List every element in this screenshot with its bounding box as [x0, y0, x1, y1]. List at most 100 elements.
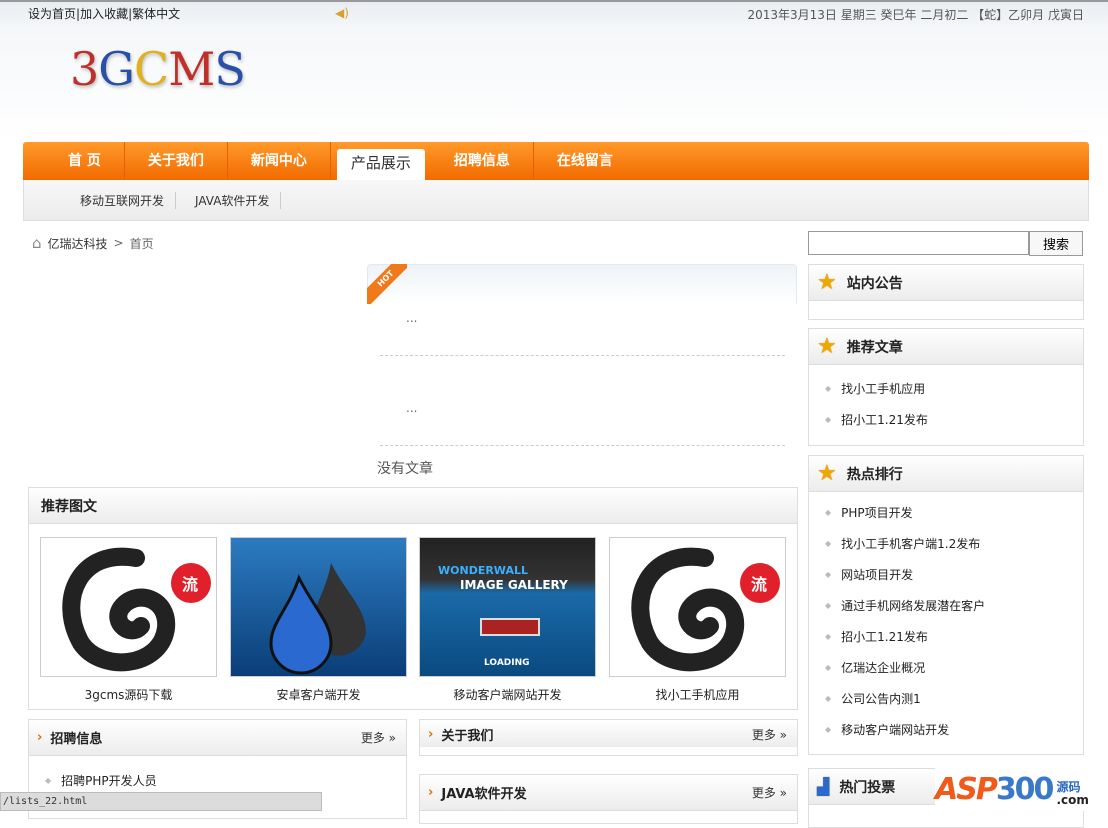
more-link[interactable]: 更多 » — [361, 729, 396, 746]
watermark-suffix: 源码 .com — [1056, 780, 1089, 807]
image-text: IMAGE GALLERY — [460, 578, 568, 592]
nav-news[interactable]: 新闻中心 — [228, 142, 331, 180]
box-title: JAVA软件开发 — [441, 787, 527, 802]
set-homepage-link[interactable]: 设为首页 — [28, 7, 76, 21]
water-drops-image — [269, 563, 366, 675]
picture-mobile-site[interactable]: WONDERWALL IMAGE GALLERY LOADING — [419, 537, 596, 677]
logo-letter: M — [168, 42, 215, 96]
hot-row[interactable]: ... — [380, 356, 785, 446]
chevron-right-icon: › — [37, 730, 43, 745]
hot-ranking-box: ★ 热点排行 ◆ PHP项目开发 ◆ 找小工手机客户端1.2发布 ◆ 网站项目开发 ◆ 通过手机… — [808, 455, 1084, 755]
list-item[interactable]: ◆ 招小工1.21发布 — [809, 404, 1083, 435]
sub-nav: 移动互联网开发 JAVA软件开发 — [23, 180, 1089, 221]
recommended-pictures: 推荐图文 流 WONDERWALL IMAGE GALLERY LOADING … — [28, 487, 798, 710]
nav-products[interactable]: 产品展示 — [336, 149, 425, 180]
list-item-text: 找小工手机应用 — [841, 382, 926, 396]
watermark-text: ASP — [935, 772, 998, 807]
list-item-text: 亿瑞达企业概况 — [841, 661, 926, 675]
more-link[interactable]: 更多 » — [752, 784, 787, 801]
list-item-text: 招聘PHP开发人员 — [61, 774, 157, 788]
list-item[interactable]: ◆ 招小工1.21发布 — [809, 621, 1083, 652]
traditional-chinese-link[interactable]: 繁体中文 — [132, 7, 180, 21]
list-item[interactable]: ◆ 公司公告内测1 — [809, 683, 1083, 714]
picture-caption[interactable]: 找小工手机应用 — [609, 686, 786, 703]
image-text: WONDERWALL — [438, 564, 528, 577]
star-icon: ★ — [817, 334, 837, 359]
picture-3gcms[interactable]: 流 — [40, 537, 217, 677]
breadcrumb-company[interactable]: 亿瑞达科技 — [48, 235, 108, 252]
speaker-icon[interactable]: ◀) — [335, 6, 349, 20]
list-item-text: PHP项目开发 — [841, 506, 913, 520]
home-icon: ⌂ — [32, 234, 42, 252]
picture-android[interactable] — [230, 537, 407, 677]
bullet-icon: ◆ — [825, 601, 832, 610]
picture-caption[interactable]: 安卓客户端开发 — [230, 686, 407, 703]
search-input[interactable] — [808, 231, 1029, 255]
list-item[interactable]: ◆ 网站项目开发 — [809, 559, 1083, 590]
chevron-right-icon: › — [428, 726, 434, 742]
list-item[interactable]: ◆ PHP项目开发 — [809, 497, 1083, 528]
list-item-text: 找小工手机客户端1.2发布 — [841, 537, 981, 551]
badge-text: 流 — [751, 575, 768, 594]
image-text: LOADING — [484, 658, 530, 668]
bullet-icon: ◆ — [825, 663, 832, 672]
nav-about[interactable]: 关于我们 — [125, 142, 228, 180]
chart-icon: ▟ — [817, 777, 830, 796]
list-item[interactable]: ◆ 招聘PHP开发人员 — [29, 756, 406, 789]
site-logo[interactable]: 3GCMS — [70, 42, 246, 96]
date-text: 2013年3月13日 星期三 癸巳年 二月初二 【蛇】乙卯月 戊寅日 — [747, 8, 1084, 22]
status-bar: /lists_22.html — [0, 792, 322, 811]
bullet-icon: ◆ — [825, 539, 832, 548]
nav-jobs[interactable]: 招聘信息 — [431, 142, 534, 180]
search-button[interactable]: 搜索 — [1029, 231, 1083, 256]
watermark-text: 300 — [995, 772, 1055, 807]
top-links: 设为首页|加入收藏|繁体中文 — [28, 5, 180, 22]
picture-caption[interactable]: 3gcms源码下载 — [40, 686, 217, 703]
subnav-java[interactable]: JAVA软件开发 — [184, 191, 282, 209]
add-favorite-link[interactable]: 加入收藏 — [80, 7, 128, 21]
list-item[interactable]: ◆ 移动客户端网站开发 — [809, 714, 1083, 745]
swirl-logo-image — [62, 547, 211, 672]
main-nav: 首 页 关于我们 新闻中心 产品展示 招聘信息 在线留言 — [23, 142, 1089, 180]
java-box: › JAVA软件开发 更多 » — [419, 774, 798, 824]
bullet-icon: ◆ — [825, 570, 832, 579]
bullet-icon: ◆ — [825, 725, 832, 734]
picture-xiaogong[interactable]: 流 — [609, 537, 786, 677]
swirl-logo-image — [631, 547, 780, 672]
list-item-text: 移动客户端网站开发 — [841, 723, 950, 737]
nav-message[interactable]: 在线留言 — [534, 142, 636, 180]
star-icon: ★ — [817, 461, 837, 486]
list-item-text: 通过手机网络发展潜在客户 — [841, 599, 986, 613]
section-title: 推荐图文 — [29, 488, 797, 524]
notice-box: ★ 站内公告 — [808, 264, 1084, 320]
bullet-icon: ◆ — [825, 415, 832, 424]
bullet-icon: ◆ — [45, 776, 52, 785]
breadcrumb-home[interactable]: 首页 — [130, 235, 154, 252]
hot-row-text: ... — [406, 401, 418, 415]
about-box: › 关于我们 更多 » — [419, 719, 798, 756]
bullet-icon: ◆ — [825, 384, 832, 393]
list-item[interactable]: ◆ 通过手机网络发展潜在客户 — [809, 590, 1083, 621]
bullet-icon: ◆ — [825, 694, 832, 703]
list-item[interactable]: ◆ 亿瑞达企业概况 — [809, 652, 1083, 683]
logo-letter: S — [214, 42, 246, 96]
device-graphic — [480, 618, 540, 636]
list-item[interactable]: ◆ 找小工手机应用 — [809, 373, 1083, 404]
subnav-mobile[interactable]: 移动互联网开发 — [69, 191, 177, 209]
box-title: 招聘信息 — [50, 732, 103, 747]
list-item[interactable]: ◆ 找小工手机客户端1.2发布 — [809, 528, 1083, 559]
box-title: 关于我们 — [441, 728, 494, 744]
nav-home[interactable]: 首 页 — [45, 142, 125, 180]
logo-letter: C — [134, 42, 169, 96]
logo-letter: 3 — [70, 42, 99, 96]
chevron-right-icon: › — [428, 785, 434, 800]
hot-articles: HOT ... ... 没有文章 — [367, 264, 797, 482]
breadcrumb-separator: > — [113, 236, 124, 250]
bullet-icon: ◆ — [825, 508, 832, 517]
picture-caption[interactable]: 移动客户端网站开发 — [419, 686, 596, 703]
list-item-text: 招小工1.21发布 — [841, 413, 928, 427]
bullet-icon: ◆ — [825, 632, 832, 641]
box-title: 热点排行 — [846, 466, 903, 483]
hot-row[interactable]: ... — [380, 266, 785, 356]
more-link[interactable]: 更多 » — [752, 726, 787, 743]
